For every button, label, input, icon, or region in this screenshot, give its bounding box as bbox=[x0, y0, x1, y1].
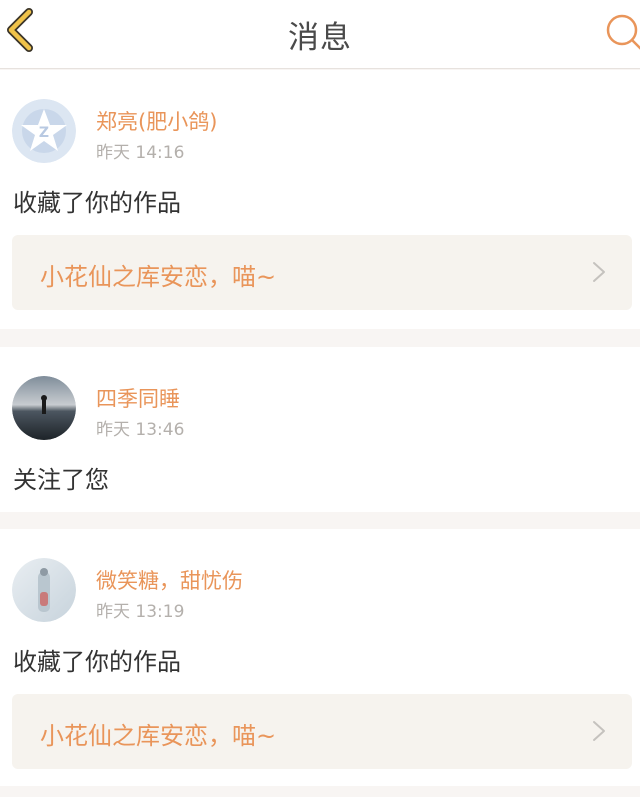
action-text: 收藏了你的作品 bbox=[13, 648, 181, 676]
message-item: 四季同睡 昨天 13:46 关注了您 bbox=[0, 347, 640, 512]
action-text: 关注了您 bbox=[13, 466, 109, 494]
search-button[interactable] bbox=[600, 12, 640, 52]
user-name[interactable]: 微笑糖，甜忧伤 bbox=[96, 565, 243, 595]
timestamp: 昨天 13:46 bbox=[96, 420, 185, 440]
work-title: 小花仙之库安恋，喵~ bbox=[40, 263, 277, 291]
top-nav-bar: 消息 bbox=[0, 0, 640, 69]
timestamp: 昨天 14:16 bbox=[96, 143, 185, 163]
page-title: 消息 bbox=[288, 20, 352, 56]
avatar[interactable]: Z bbox=[12, 99, 76, 163]
message-item: Z 郑亮(肥小鸽) 昨天 14:16 收藏了你的作品 小花仙之库安恋，喵~ bbox=[0, 70, 640, 329]
chevron-right-icon bbox=[593, 721, 605, 741]
avatar[interactable] bbox=[12, 558, 76, 622]
work-link-card[interactable]: 小花仙之库安恋，喵~ bbox=[12, 694, 632, 769]
search-icon bbox=[606, 14, 640, 50]
user-name[interactable]: 郑亮(肥小鸽) bbox=[96, 106, 217, 136]
chevron-right-icon bbox=[593, 262, 605, 282]
action-text: 收藏了你的作品 bbox=[13, 189, 181, 217]
user-name[interactable]: 四季同睡 bbox=[96, 383, 180, 413]
avatar[interactable] bbox=[12, 376, 76, 440]
message-item: 微笑糖，甜忧伤 昨天 13:19 收藏了你的作品 小花仙之库安恋，喵~ bbox=[0, 529, 640, 786]
work-link-card[interactable]: 小花仙之库安恋，喵~ bbox=[12, 235, 632, 310]
svg-text:Z: Z bbox=[39, 125, 49, 141]
timestamp: 昨天 13:19 bbox=[96, 602, 185, 622]
work-title: 小花仙之库安恋，喵~ bbox=[40, 722, 277, 750]
